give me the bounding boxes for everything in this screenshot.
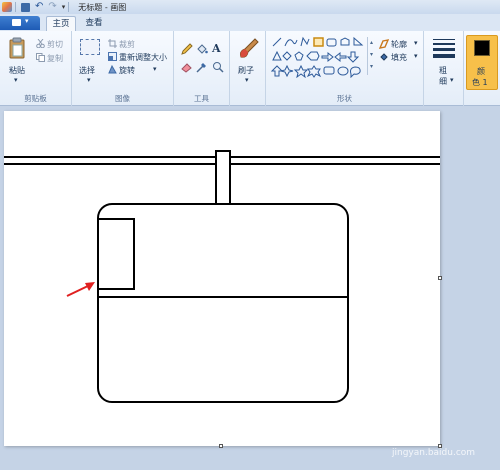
- select-icon[interactable]: [80, 39, 100, 55]
- size-group: 粗 细 ▾: [424, 31, 464, 106]
- canvas-workspace: [0, 106, 500, 470]
- copy-button[interactable]: 复制: [47, 53, 63, 64]
- tab-view[interactable]: 查看: [80, 16, 108, 31]
- resize-icon: [108, 52, 117, 61]
- tools-group: A 工具: [174, 31, 230, 106]
- shapes-scroll-arrows[interactable]: ▴ ▾ ▾: [367, 37, 375, 75]
- shapes-gallery[interactable]: [271, 36, 375, 78]
- ribbon: 粘贴 ▾ 剪切 复制 剪贴板 选择 ▾ 裁剪 重新调整大小 旋转 ▾ 图像 A …: [0, 31, 500, 106]
- outline-chevron-down-icon[interactable]: ▾: [414, 39, 418, 47]
- size-button[interactable]: 细: [439, 76, 447, 87]
- eraser-icon[interactable]: [181, 61, 193, 73]
- text-tool-icon[interactable]: A: [212, 42, 221, 55]
- cut-button[interactable]: 剪切: [47, 39, 63, 50]
- pencil-icon[interactable]: [181, 43, 193, 55]
- chevron-down-icon: ▾: [25, 17, 29, 25]
- save-icon[interactable]: [21, 2, 30, 12]
- rotate-icon: [108, 65, 117, 74]
- color-1-label-line2: 色 1: [472, 78, 488, 87]
- color-1-label-line1: 颜: [477, 67, 485, 76]
- shapes-group: ▴ ▾ ▾ 轮廓 ▾ 填充 ▾ 形状: [266, 31, 424, 106]
- fill-button[interactable]: 填充: [391, 52, 407, 63]
- outline-button[interactable]: 轮廓: [391, 39, 407, 50]
- ribbon-tab-row: ▾ 主页 查看: [0, 14, 500, 31]
- customize-toolbar-chevron-down-icon[interactable]: ▾: [62, 3, 66, 11]
- crop-button[interactable]: 裁剪: [119, 39, 135, 50]
- separator: [68, 2, 70, 12]
- image-group: 选择 ▾ 裁剪 重新调整大小 旋转 ▾ 图像: [72, 31, 174, 106]
- resize-handle-bottom[interactable]: [219, 444, 223, 448]
- redo-icon[interactable]: ↷: [48, 2, 56, 12]
- clipboard-group-label: 剪贴板: [24, 94, 47, 103]
- watermark-url: jingyan.baidu.com: [392, 448, 476, 458]
- window-title: 无标题 - 画图: [78, 2, 127, 12]
- rounded-box: [97, 203, 349, 403]
- file-menu-icon: [12, 19, 21, 26]
- fill-chevron-down-icon[interactable]: ▾: [414, 52, 418, 60]
- select-dropdown-chevron-icon[interactable]: ▾: [87, 76, 91, 84]
- drawing-canvas[interactable]: [4, 111, 440, 446]
- size-label-line1: 粗: [439, 66, 447, 75]
- size-chevron-down-icon[interactable]: ▾: [450, 76, 454, 84]
- brushes-button[interactable]: 刷子: [238, 65, 254, 76]
- color-picker-icon[interactable]: [196, 61, 208, 73]
- separator: [15, 2, 16, 12]
- title-bar: ↶ ↷ ▾ 无标题 - 画图: [0, 0, 500, 14]
- rotate-dropdown-chevron-icon[interactable]: ▾: [153, 65, 157, 73]
- brushes-dropdown-chevron-icon[interactable]: ▾: [245, 76, 249, 84]
- rotate-button[interactable]: 旋转: [119, 65, 135, 76]
- tools-row-2: [179, 61, 227, 73]
- file-menu-button[interactable]: ▾: [0, 16, 40, 30]
- annotation-arrow-line: [66, 284, 91, 297]
- resize-handle-right[interactable]: [438, 276, 442, 280]
- shapes-group-label: 形状: [337, 94, 352, 103]
- paint-app-icon[interactable]: [2, 2, 12, 12]
- resize-button[interactable]: 重新调整大小: [119, 52, 167, 63]
- inner-rectangle: [97, 218, 135, 290]
- fill-bucket-icon[interactable]: [196, 43, 208, 55]
- hanger-post: [215, 150, 231, 205]
- fill-icon: [380, 53, 388, 61]
- color-1-swatch: [474, 40, 490, 56]
- tab-home[interactable]: 主页: [46, 16, 76, 31]
- crop-icon: [108, 39, 117, 48]
- paste-button[interactable]: 粘贴: [9, 65, 25, 76]
- canvas-drawing: [4, 150, 440, 403]
- paste-icon[interactable]: [8, 37, 26, 59]
- undo-icon[interactable]: ↶: [35, 2, 43, 12]
- outline-icon: [379, 39, 389, 49]
- select-button[interactable]: 选择: [79, 65, 95, 76]
- tools-row-1: A: [179, 42, 227, 55]
- scissors-icon: [36, 39, 45, 48]
- brushes-group: 刷子 ▾: [230, 31, 266, 106]
- color-1-button[interactable]: 颜 色 1: [466, 35, 498, 90]
- watermark-logo: Bai: [355, 418, 389, 442]
- copy-icon: [36, 53, 45, 62]
- image-group-label: 图像: [115, 94, 130, 103]
- tools-group-label: 工具: [194, 94, 209, 103]
- line-size-icon[interactable]: [433, 39, 455, 58]
- clipboard-group: 粘贴 ▾ 剪切 复制 剪贴板: [0, 31, 72, 106]
- paste-dropdown-chevron-icon[interactable]: ▾: [14, 76, 18, 84]
- brush-icon[interactable]: [237, 37, 259, 59]
- magnifier-icon[interactable]: [212, 61, 224, 73]
